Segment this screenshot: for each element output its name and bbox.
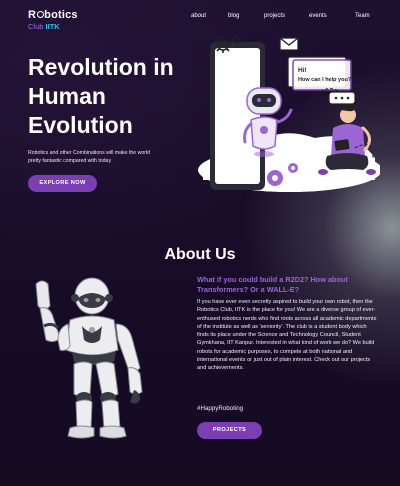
nav-link-projects[interactable]: projects: [264, 13, 285, 19]
logo-subtitle: Club IITK: [28, 22, 60, 31]
top-navbar: Rbotics Club IITK about blog projects ev…: [0, 0, 400, 34]
about-description: If you have ever even secretly aspired t…: [197, 299, 377, 372]
hero-title: Revolution in Human Evolution: [28, 54, 174, 138]
projects-button[interactable]: PROJECTS: [197, 422, 262, 439]
about-question: What if you could build a R2D2? How abou…: [197, 275, 348, 294]
explore-now-button[interactable]: EXPLORE NOW: [28, 175, 97, 192]
logo-o-ring: [36, 11, 44, 18]
svg-text:Hi!: Hi!: [298, 67, 307, 74]
typing-bubble-icon: [328, 91, 356, 105]
nav-link-team[interactable]: Team: [355, 13, 370, 19]
hero-illustration: Hi! How can I help you?: [198, 35, 380, 192]
envelope-icon: [279, 37, 299, 51]
hashtag-text: #HappyRoboting: [197, 405, 244, 412]
nav-link-blog[interactable]: blog: [228, 13, 239, 19]
nav-link-events[interactable]: events: [309, 13, 327, 19]
about-us-heading: About Us: [164, 246, 236, 263]
chat-bubble-icon: Hi! How can I help you?: [287, 56, 352, 91]
club-logo[interactable]: Rbotics Club IITK: [28, 9, 78, 32]
nav-link-about[interactable]: about: [191, 13, 206, 19]
logo-wordmark: Rbotics: [28, 9, 78, 21]
phone-screen: [210, 42, 265, 190]
hero-subtitle: Robotics and other Combinations will mak…: [28, 150, 150, 164]
svg-text:How can I help you?: How can I help you?: [298, 77, 352, 83]
humanoid-robot-image: [35, 277, 143, 439]
